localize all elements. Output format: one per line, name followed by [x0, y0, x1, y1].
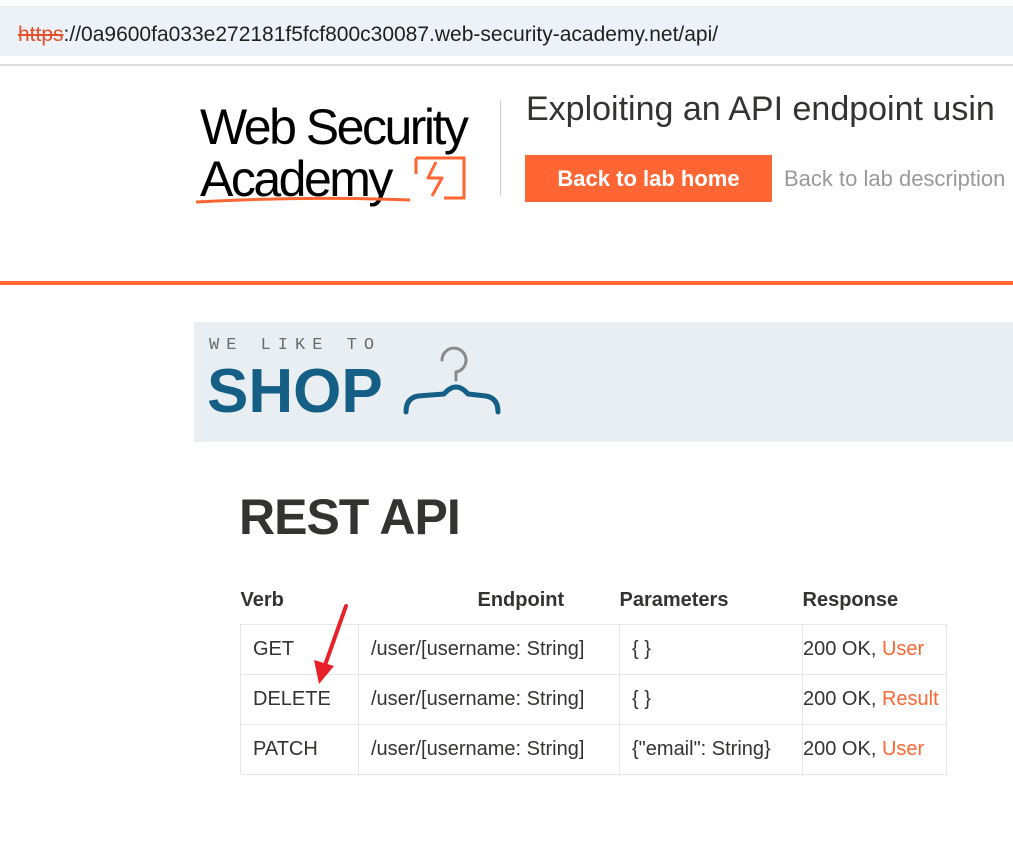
- row-response-type-link[interactable]: Result: [882, 688, 939, 710]
- row-response-status: 200 OK,: [803, 737, 882, 760]
- url-field[interactable]: https://0a9600fa033e272181f5fcf800c30087…: [0, 6, 1013, 56]
- column-header-verb: Verb: [240, 589, 284, 611]
- back-to-lab-home-button[interactable]: Back to lab home: [525, 155, 772, 202]
- row-response: 200 OK, User: [802, 623, 947, 675]
- row-verb: DELETE: [240, 673, 359, 725]
- row-endpoint: /user/[username: String]: [358, 673, 620, 725]
- table-row: PATCH /user/[username: String] {"email":…: [240, 723, 947, 775]
- address-bar-divider: [0, 64, 1013, 66]
- shop-tagline: WE LIKE TO: [209, 336, 382, 355]
- row-verb: GET: [240, 623, 359, 675]
- table-header-row: Verb Endpoint Parameters Response: [241, 580, 947, 624]
- table-row: GET /user/[username: String] { } 200 OK,…: [240, 623, 947, 675]
- row-params: {"email": String}: [619, 723, 803, 775]
- web-security-academy-logo[interactable]: Web Security Academy: [196, 98, 498, 206]
- row-response-status: 200 OK,: [803, 687, 882, 710]
- row-params: { }: [619, 623, 803, 675]
- api-table: Verb Endpoint Parameters Response GET /u…: [240, 580, 947, 775]
- page-title: REST API: [239, 489, 461, 545]
- shop-brand[interactable]: SHOP: [207, 356, 383, 427]
- row-response: 200 OK, User: [802, 723, 947, 775]
- column-header-endpoint-label: Endpoint: [477, 589, 565, 611]
- row-endpoint: /user/[username: String]: [358, 623, 620, 675]
- url-scheme: https: [18, 23, 64, 46]
- row-params: { }: [619, 673, 803, 725]
- lab-title: Exploiting an API endpoint usin: [526, 90, 995, 128]
- column-header-response: Response: [802, 589, 899, 611]
- row-response-type-link[interactable]: User: [882, 738, 924, 760]
- back-to-lab-description-link[interactable]: Back to lab description: [784, 166, 1005, 192]
- hanger-icon: [403, 346, 501, 415]
- shop-banner: WE LIKE TO SHOP: [194, 322, 1013, 442]
- row-verb: PATCH: [240, 723, 359, 775]
- header-separator: [500, 100, 501, 196]
- url-rest: ://0a9600fa033e272181f5fcf800c30087.web-…: [63, 23, 719, 46]
- header-orange-rule: [0, 281, 1013, 285]
- row-response-status: 200 OK,: [803, 637, 882, 660]
- row-endpoint: /user/[username: String]: [358, 723, 620, 775]
- column-header-parameters: Parameters: [619, 589, 729, 611]
- column-header-endpoint: Endpoint: [359, 580, 620, 624]
- row-response: 200 OK, Result: [802, 673, 947, 725]
- row-response-type-link[interactable]: User: [882, 638, 924, 660]
- browser-address-bar: https://0a9600fa033e272181f5fcf800c30087…: [0, 0, 1013, 62]
- lightning-box-icon: [196, 156, 466, 204]
- table-row: DELETE /user/[username: String] { } 200 …: [240, 673, 947, 725]
- url-text[interactable]: https://0a9600fa033e272181f5fcf800c30087…: [18, 23, 718, 47]
